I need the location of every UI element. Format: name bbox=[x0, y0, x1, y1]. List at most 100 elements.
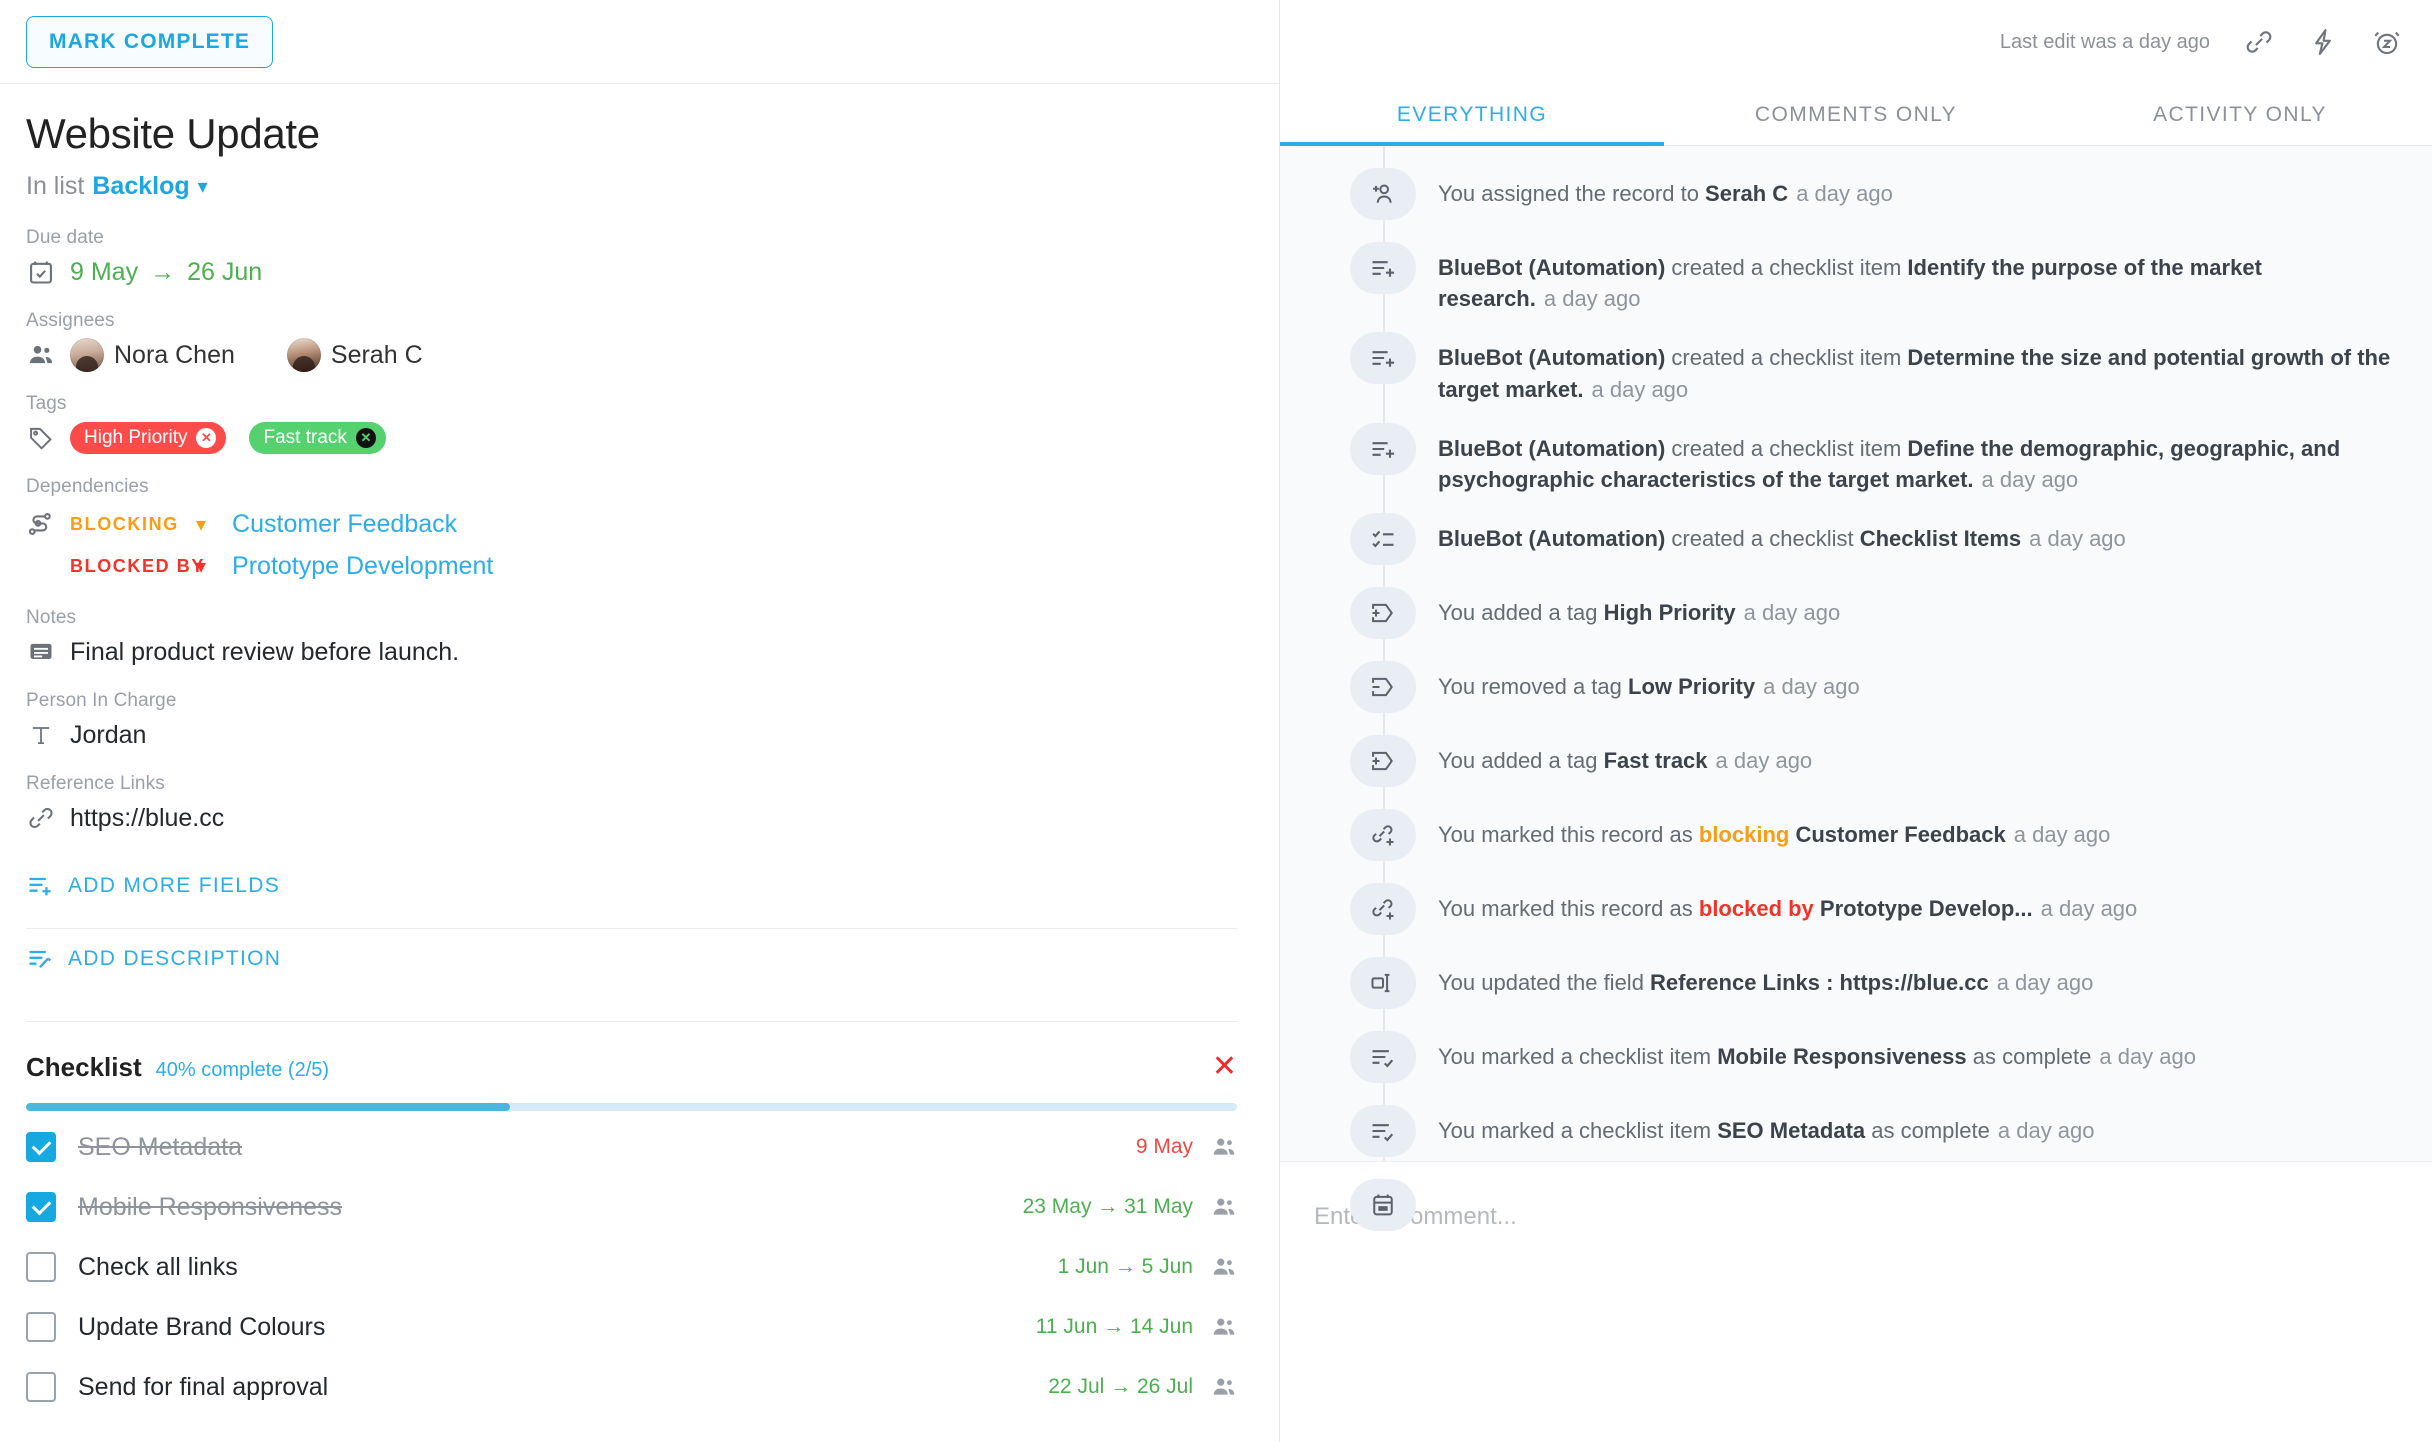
close-icon[interactable]: ✕ bbox=[196, 428, 217, 448]
dependency-spacer bbox=[26, 551, 56, 581]
left-toolbar: MARK COMPLETE bbox=[0, 0, 1279, 84]
dependency-icon bbox=[26, 509, 56, 539]
field-label-notes: Notes bbox=[26, 607, 77, 628]
in-list-row[interactable]: In list Backlog ▾ bbox=[26, 172, 1237, 201]
link-icon[interactable] bbox=[2244, 27, 2274, 57]
activity-item: You marked a checklist item Mobile Respo… bbox=[1280, 1027, 2432, 1101]
activity-text: You assigned the record to Serah Ca day … bbox=[1438, 181, 1893, 206]
assign-user-icon bbox=[1350, 168, 1416, 220]
activity-item: BlueBot (Automation) created a checklist… bbox=[1280, 328, 2432, 418]
tag-label: High Priority bbox=[84, 427, 188, 448]
checklist-section: Checklist 40% complete (2/5) ✕ SEO Metad… bbox=[0, 1022, 1279, 1417]
activity-text: BlueBot (Automation) created a checklist… bbox=[1438, 345, 2391, 402]
assign-user-icon[interactable] bbox=[1211, 1374, 1237, 1400]
dependency-kind[interactable]: BLOCKED BY bbox=[70, 556, 210, 577]
lightning-icon[interactable] bbox=[2308, 27, 2338, 57]
checklist-item-date[interactable]: 11 Jun → 14 Jun bbox=[1036, 1315, 1193, 1339]
tag-fast-track[interactable]: Fast track ✕ bbox=[249, 422, 386, 454]
field-label-tags: Tags bbox=[26, 393, 67, 414]
checklist-item-label[interactable]: Update Brand Colours bbox=[78, 1313, 325, 1342]
snooze-alarm-icon[interactable] bbox=[2372, 27, 2402, 57]
chevron-down-icon[interactable]: ▾ bbox=[198, 177, 208, 197]
people-icon bbox=[26, 340, 56, 370]
checklist-complete-icon bbox=[1350, 1031, 1416, 1084]
assign-user-icon[interactable] bbox=[1211, 1254, 1237, 1280]
checklist-item-date[interactable]: 1 Jun → 5 Jun bbox=[1058, 1255, 1193, 1279]
dependency-row-blocked-by: BLOCKED BY ▾ Prototype Development bbox=[26, 545, 1237, 587]
add-more-fields-button[interactable]: ADD MORE FIELDS bbox=[26, 856, 1237, 916]
checklist-item[interactable]: SEO Metadata 9 May bbox=[26, 1117, 1237, 1177]
checklist-item-date[interactable]: 23 May → 31 May bbox=[1023, 1195, 1193, 1219]
tag-add-icon bbox=[1350, 735, 1416, 788]
person-in-charge-value[interactable]: Jordan bbox=[70, 721, 146, 750]
comment-composer[interactable] bbox=[1280, 1161, 2432, 1271]
mark-complete-button[interactable]: MARK COMPLETE bbox=[26, 15, 274, 68]
checklist-item-label[interactable]: Mobile Responsiveness bbox=[78, 1193, 342, 1222]
checklist-progress-bar bbox=[26, 1103, 1237, 1111]
activity-text: You removed a tag Low Priority a day ago bbox=[1438, 674, 1860, 700]
field-label-person-in-charge: Person In Charge bbox=[26, 690, 177, 711]
avatar bbox=[70, 338, 104, 372]
due-date-value[interactable]: 9 May → 26 Jun bbox=[70, 258, 262, 287]
tab-activity-only[interactable]: ACTIVITY ONLY bbox=[2048, 84, 2432, 145]
field-reference-links: Reference Links https://blue.cc bbox=[26, 773, 1237, 836]
comment-input[interactable] bbox=[1314, 1202, 2398, 1231]
tab-everything[interactable]: EVERYTHING bbox=[1280, 84, 1664, 146]
assignee-nora-chen[interactable]: Nora Chen bbox=[70, 338, 235, 372]
dependency-kind[interactable]: BLOCKING bbox=[70, 514, 210, 535]
in-list-prefix: In list bbox=[26, 172, 85, 200]
checklist-delete-icon[interactable]: ✕ bbox=[1212, 1052, 1237, 1082]
checklist-item-checkbox[interactable] bbox=[26, 1132, 56, 1162]
checklist-item-label[interactable]: Check all links bbox=[78, 1253, 238, 1282]
checklist-add-icon bbox=[1350, 332, 1416, 385]
activity-item: BlueBot (Automation) created a checklist… bbox=[1280, 509, 2432, 583]
checklist-item-date[interactable]: 9 May bbox=[1136, 1135, 1193, 1159]
assignee-serah-c[interactable]: Serah C bbox=[286, 338, 423, 372]
add-more-fields-label: ADD MORE FIELDS bbox=[68, 874, 281, 897]
checklist-progress-label: 40% complete (2/5) bbox=[155, 1059, 330, 1081]
close-icon[interactable]: ✕ bbox=[355, 428, 376, 448]
dependency-add-icon bbox=[1350, 809, 1416, 862]
tag-label: Fast track bbox=[263, 427, 347, 448]
activity-item: You marked this record as blocking Custo… bbox=[1280, 805, 2432, 879]
checklist-item[interactable]: Send for final approval 22 Jul → 26 Jul bbox=[26, 1357, 1237, 1417]
checklist-item[interactable]: Check all links 1 Jun → 5 Jun bbox=[26, 1237, 1237, 1297]
chevron-down-icon[interactable]: ▾ bbox=[196, 554, 206, 579]
chevron-down-icon[interactable]: ▾ bbox=[196, 512, 206, 537]
checklist-item-label[interactable]: SEO Metadata bbox=[78, 1133, 242, 1162]
checklist-item-checkbox[interactable] bbox=[26, 1312, 56, 1342]
text-field-icon bbox=[26, 720, 56, 750]
activity-text: You marked a checklist item Mobile Respo… bbox=[1438, 1044, 2196, 1070]
checklist-title: Checklist bbox=[26, 1052, 142, 1082]
tag-high-priority[interactable]: High Priority ✕ bbox=[70, 422, 227, 454]
dependency-record-link[interactable]: Prototype Development bbox=[232, 552, 493, 581]
checklist-item[interactable]: Update Brand Colours 11 Jun → 14 Jun bbox=[26, 1297, 1237, 1357]
activity-text: You marked this record as blocked by Pro… bbox=[1438, 896, 2138, 922]
notes-value[interactable]: Final product review before launch. bbox=[70, 638, 459, 667]
checklist-item-checkbox[interactable] bbox=[26, 1192, 56, 1222]
field-person-in-charge: Person In Charge Jordan bbox=[26, 690, 1237, 753]
assign-user-icon[interactable] bbox=[1211, 1134, 1237, 1160]
add-description-button[interactable]: ADD DESCRIPTION bbox=[26, 929, 1237, 989]
activity-item: You marked this record as blocked by Pro… bbox=[1280, 879, 2432, 953]
activity-text: You added a tag Fast track a day ago bbox=[1438, 748, 1813, 774]
activity-text: You marked a checklist item SEO Metadata… bbox=[1438, 1118, 2095, 1144]
assign-user-icon[interactable] bbox=[1211, 1314, 1237, 1340]
checklist-item-date[interactable]: 22 Jul → 26 Jul bbox=[1048, 1375, 1193, 1399]
checklist-item-checkbox[interactable] bbox=[26, 1372, 56, 1402]
reference-links-value[interactable]: https://blue.cc bbox=[70, 804, 224, 833]
in-list-value[interactable]: Backlog bbox=[92, 172, 189, 201]
activity-item: You assigned the record to Serah Ca day … bbox=[1280, 164, 2432, 238]
due-date-start: 9 May bbox=[70, 257, 139, 286]
checklist-item-checkbox[interactable] bbox=[26, 1252, 56, 1282]
checklist-item[interactable]: Mobile Responsiveness 23 May → 31 May bbox=[26, 1177, 1237, 1237]
activity-text: You added a tag High Priority a day ago bbox=[1438, 600, 1841, 626]
add-description-icon bbox=[29, 950, 52, 968]
dependency-record-link[interactable]: Customer Feedback bbox=[232, 510, 457, 539]
activity-feed[interactable]: You assigned the record to Serah Ca day … bbox=[1280, 146, 2432, 1271]
assign-user-icon[interactable] bbox=[1211, 1194, 1237, 1220]
activity-item: You added a tag Fast track a day ago bbox=[1280, 731, 2432, 805]
calendar-check-icon bbox=[26, 257, 56, 287]
checklist-item-label[interactable]: Send for final approval bbox=[78, 1373, 328, 1402]
tab-comments-only[interactable]: COMMENTS ONLY bbox=[1664, 84, 2048, 145]
